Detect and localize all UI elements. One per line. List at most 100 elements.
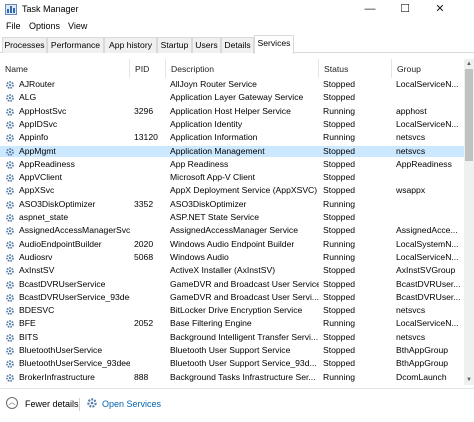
- service-gear-icon: [6, 267, 14, 276]
- service-name-cell: AppIDSvc: [19, 118, 58, 129]
- service-row[interactable]: AppXSvc AppX Deployment Service (AppXSVC)…: [0, 185, 464, 197]
- menu-file[interactable]: File: [6, 21, 21, 31]
- service-group-cell: LocalSystemN...: [396, 238, 459, 249]
- service-description-cell: Application Management: [170, 145, 265, 156]
- service-row[interactable]: AppMgmt Application Management Stopped nets…: [0, 145, 464, 158]
- service-row[interactable]: BDESVC BitLocker Drive Encryption Service…: [0, 305, 464, 317]
- service-description-cell: AssignedAccessManager Service: [170, 225, 299, 236]
- tab-users[interactable]: Users: [192, 37, 221, 53]
- tab-performance[interactable]: Performance: [47, 37, 104, 53]
- service-row[interactable]: BcastDVRUserService GameDVR and Broadcast…: [0, 279, 464, 291]
- service-group-cell: LocalServiceN...: [396, 318, 459, 329]
- service-row[interactable]: AudioEndpointBuilder 2020 Windows Audio En…: [0, 239, 464, 251]
- service-group-cell: netsvcs: [396, 331, 426, 342]
- service-status-cell: Stopped: [323, 172, 356, 183]
- service-pid-cell: 13120: [134, 132, 158, 143]
- scroll-down-arrow-icon[interactable]: ▼: [464, 375, 474, 385]
- service-gear-icon: [6, 134, 14, 143]
- service-gear-icon: [6, 320, 14, 329]
- service-row[interactable]: AssignedAccessManagerSvc AssignedAccessMa…: [0, 225, 464, 237]
- tab-app-history[interactable]: App history: [104, 37, 157, 53]
- close-button[interactable]: ✕: [425, 0, 455, 19]
- service-row[interactable]: AppIDSvc Application Identity Stopped Local…: [0, 119, 464, 131]
- service-gear-icon: [6, 373, 14, 382]
- service-row[interactable]: BluetoothUserService Bluetooth User Suppo…: [0, 345, 464, 357]
- services-gear-icon[interactable]: [86, 397, 98, 409]
- service-row[interactable]: aspnet_state ASP.NET State Service Stopped: [0, 212, 464, 224]
- minimize-button[interactable]: —: [355, 0, 385, 19]
- open-services-link[interactable]: Open Services: [102, 399, 161, 409]
- service-row[interactable]: AppHostSvc 3296 Application Host Helper Se…: [0, 106, 464, 118]
- service-gear-icon: [6, 107, 14, 116]
- vertical-scrollbar[interactable]: ▲ ▼: [464, 59, 474, 385]
- task-manager-icon: [5, 4, 17, 15]
- window-title: Task Manager: [22, 4, 79, 14]
- services-list: AJRouter AllJoyn Router Service Stopped Loc…: [0, 78, 464, 385]
- scroll-up-arrow-icon[interactable]: ▲: [464, 59, 474, 69]
- service-pid-cell: [134, 279, 166, 291]
- service-status-cell: Running: [323, 238, 356, 249]
- menu-options[interactable]: Options: [29, 21, 60, 31]
- service-row[interactable]: ASO3DiskOptimizer 3352 ASO3DiskOptimizer Ru…: [0, 199, 464, 211]
- service-row[interactable]: BITS Background Intelligent Transfer Serv…: [0, 332, 464, 344]
- service-status-cell: Running: [323, 251, 356, 262]
- service-gear-icon: [6, 187, 14, 196]
- service-group-cell: [396, 172, 464, 184]
- service-gear-icon: [6, 227, 14, 236]
- tab-startup[interactable]: Startup: [157, 37, 192, 53]
- service-description-cell: GameDVR and Broadcast User Service: [170, 278, 319, 289]
- maximize-button[interactable]: ☐: [390, 0, 420, 19]
- service-row[interactable]: ALG Application Layer Gateway Service Stop…: [0, 92, 464, 104]
- service-group-cell: BcastDVRUser...: [396, 278, 461, 289]
- service-pid-cell: 3352: [134, 198, 154, 209]
- service-description-cell: Windows Audio Endpoint Builder: [170, 238, 295, 249]
- service-row[interactable]: AppReadiness App Readiness Stopped AppReadi…: [0, 159, 464, 171]
- service-pid-cell: [134, 146, 166, 158]
- column-header-group[interactable]: Group: [392, 59, 464, 78]
- service-name-cell: AudioEndpointBuilder: [19, 238, 102, 249]
- tab-processes[interactable]: Processes: [2, 37, 47, 53]
- service-status-cell: Stopped: [323, 331, 356, 342]
- service-description-cell: Application Layer Gateway Service: [170, 92, 304, 103]
- column-header-name[interactable]: Name: [0, 59, 130, 78]
- service-status-cell: Stopped: [323, 118, 356, 129]
- service-row[interactable]: AxInstSV ActiveX Installer (AxInstSV) Stop…: [0, 265, 464, 277]
- service-status-cell: Stopped: [323, 358, 356, 369]
- service-gear-icon: [6, 333, 14, 342]
- service-group-cell: apphost: [396, 105, 427, 116]
- fewer-details-link[interactable]: Fewer details: [25, 399, 79, 409]
- service-status-cell: Running: [323, 105, 356, 116]
- column-header-status[interactable]: Status: [319, 59, 392, 78]
- scrollbar-thumb[interactable]: [465, 69, 473, 161]
- service-pid-cell: [134, 265, 166, 277]
- service-pid-cell: 2052: [134, 318, 154, 329]
- service-gear-icon: [6, 293, 14, 302]
- service-gear-icon: [6, 160, 14, 169]
- service-status-cell: Running: [323, 371, 356, 382]
- service-name-cell: AssignedAccessManagerSvc: [19, 225, 130, 236]
- service-group-cell: LocalServiceN...: [396, 79, 459, 89]
- service-row[interactable]: AppVClient Microsoft App-V Client Stopped: [0, 172, 464, 184]
- service-description-cell: BitLocker Drive Encryption Service: [170, 305, 303, 316]
- menu-view[interactable]: View: [68, 21, 87, 31]
- service-pid-cell: [134, 79, 166, 91]
- column-header-description[interactable]: Description: [166, 59, 319, 78]
- service-name-cell: ALG: [19, 92, 37, 103]
- service-row[interactable]: Audiosrv 5068 Windows Audio Running LocalSer…: [0, 252, 464, 264]
- chevron-up-icon[interactable]: ︿: [6, 397, 18, 409]
- tab-services[interactable]: Services: [254, 35, 294, 54]
- service-row[interactable]: AJRouter AllJoyn Router Service Stopped Loc…: [0, 79, 464, 91]
- service-row[interactable]: BFE 2052 Base Filtering Engine Running Local…: [0, 318, 464, 330]
- service-row[interactable]: Appinfo 13120 Application Information Runni…: [0, 132, 464, 144]
- service-name-cell: AppReadiness: [19, 158, 75, 169]
- column-header-pid[interactable]: PID: [130, 59, 166, 78]
- tab-details[interactable]: Details: [221, 37, 254, 53]
- service-name-cell: aspnet_state: [19, 212, 69, 222]
- service-row[interactable]: BrokerInfrastructure 888 Background Tasks …: [0, 372, 464, 384]
- service-name-cell: BrokerInfrastructure: [19, 371, 95, 382]
- service-description-cell: Application Information: [170, 132, 258, 143]
- service-row[interactable]: BcastDVRUserService_93dee2 GameDVR and Br…: [0, 292, 464, 304]
- service-gear-icon: [6, 307, 14, 315]
- service-row[interactable]: BluetoothUserService_93dee2 Bluetooth Use…: [0, 358, 464, 370]
- service-group-cell: [396, 199, 464, 211]
